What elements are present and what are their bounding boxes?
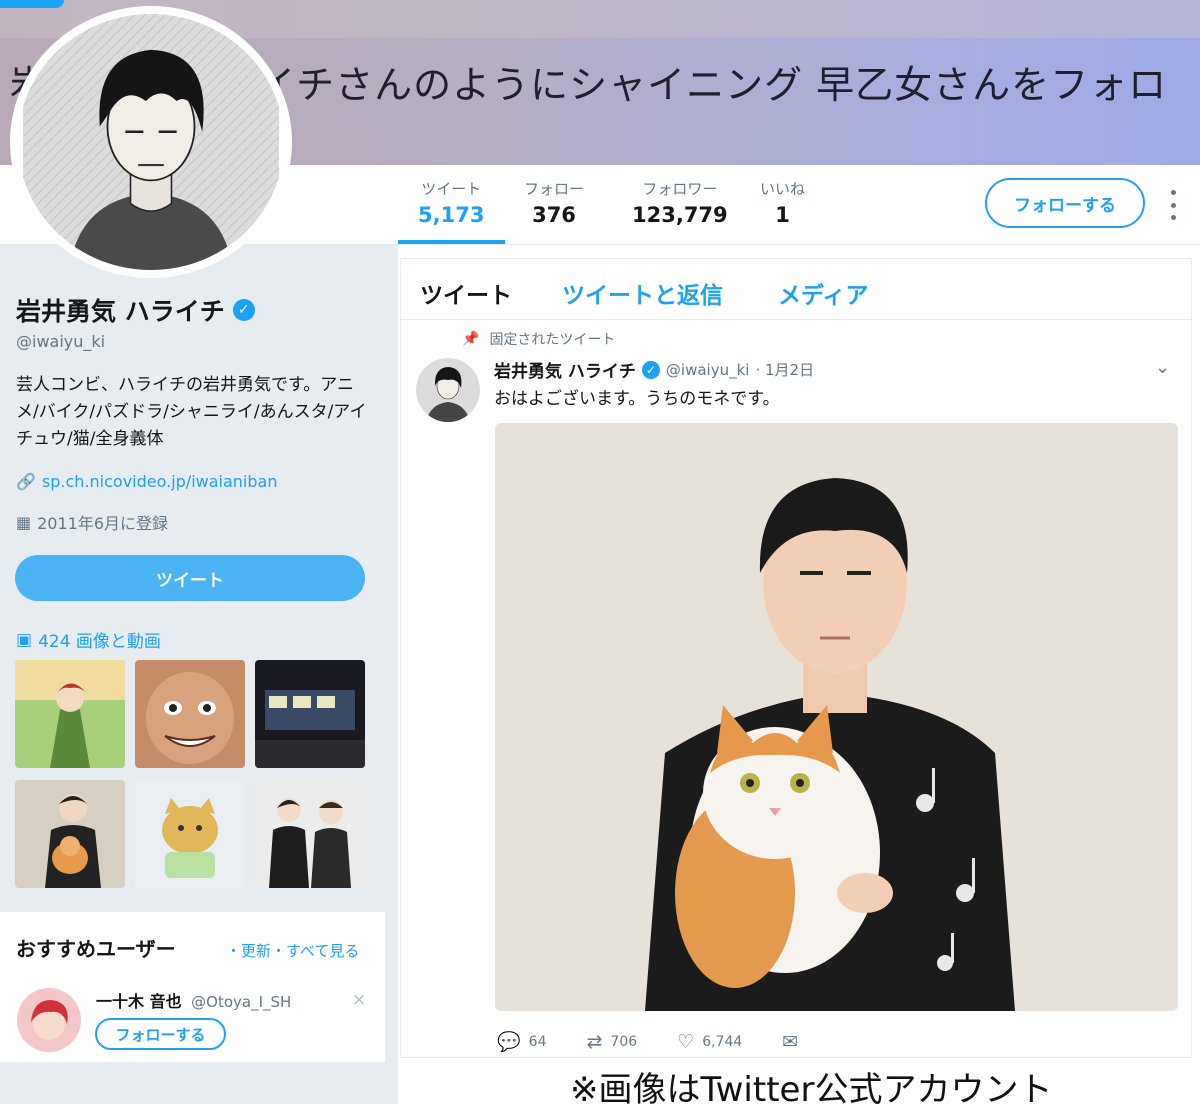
stat-value: 5,173 — [418, 203, 485, 227]
profile-bio: 芸人コンビ、ハライチの岩井勇気です。アニメ/バイク/パズドラ/シャニライ/あんス… — [16, 375, 367, 449]
active-stat-underline — [398, 240, 505, 244]
tweet-photo-image — [495, 423, 1178, 1011]
more-options-icon[interactable] — [1163, 190, 1183, 220]
reply-icon: 💬 — [497, 1031, 521, 1053]
profile-handle: @iwaiyu_ki — [16, 332, 106, 351]
profile-link-row[interactable]: 🔗 sp.ch.nicovideo.jp/iwaianiban — [16, 472, 277, 491]
retweet-action[interactable]: ⇄ 706 — [587, 1031, 638, 1053]
profile-avatar[interactable] — [10, 6, 292, 278]
tweet-text: おはよございます。うちのモネです。 — [494, 389, 780, 409]
like-action[interactable]: ♡ 6,744 — [677, 1031, 742, 1053]
timeline-tabs: ツイート ツイートと返信 メディア — [400, 262, 1192, 320]
stat-label: フォロワー — [642, 180, 718, 198]
image-icon: ▣ — [16, 629, 33, 650]
media-label-text: 424 画像と動画 — [38, 632, 161, 652]
media-thumbnail[interactable] — [135, 780, 245, 888]
tweet-header: 岩井勇気 ハライチ ✓ @iwaiyu_ki · 1月2日 — [494, 357, 814, 382]
tweet-photo[interactable] — [495, 423, 1178, 1011]
recommended-user-avatar[interactable] — [17, 988, 81, 1052]
profile-link[interactable]: sp.ch.nicovideo.jp/iwaianiban — [42, 472, 278, 491]
media-thumbnail[interactable] — [135, 660, 245, 768]
pinned-tweet-label: 📌 固定されたツイート — [462, 329, 615, 349]
verified-icon: ✓ — [641, 360, 660, 379]
top-accent-tab — [0, 0, 64, 8]
heart-icon: ♡ — [677, 1030, 695, 1053]
stat-label: フォロー — [524, 180, 585, 198]
link-icon: 🔗 — [16, 472, 36, 491]
pin-icon: 📌 — [462, 331, 480, 347]
tweet-date[interactable]: · 1月2日 — [755, 359, 814, 380]
media-link[interactable]: ▣ 424 画像と動画 — [16, 627, 161, 653]
mail-icon: ✉ — [782, 1030, 799, 1053]
tweet-actions: 💬 64 ⇄ 706 ♡ 6,744 ✉ — [497, 1030, 838, 1054]
stat-label: いいね — [760, 180, 806, 198]
recommended-user-name: 一十木 音也 — [96, 992, 182, 1011]
stat-value: 376 — [532, 203, 576, 227]
recommended-users-links[interactable]: ・更新・すべて見る — [226, 940, 359, 961]
tweet-button[interactable]: ツイート — [15, 555, 365, 601]
media-thumbnail[interactable] — [15, 660, 125, 768]
tab-tweets-and-replies[interactable]: ツイートと返信 — [562, 276, 723, 310]
verified-icon: ✓ — [232, 299, 255, 321]
retweet-icon: ⇄ — [586, 1030, 603, 1053]
stat-value: 123,779 — [632, 203, 728, 227]
stat-likes[interactable]: いいね 1 — [760, 178, 805, 227]
media-thumbnail[interactable] — [255, 780, 365, 888]
stat-following[interactable]: フォロー 376 — [524, 178, 584, 227]
chevron-down-icon[interactable]: ⌄ — [1155, 357, 1170, 378]
profile-name: 岩井勇気 ハライチ ✓ — [16, 292, 255, 328]
reply-count: 64 — [528, 1033, 547, 1050]
reply-action[interactable]: 💬 64 — [497, 1030, 547, 1053]
recommended-user-handle: @Otoya_I_SH — [191, 993, 292, 1011]
media-thumbnail[interactable] — [255, 660, 365, 768]
dm-action[interactable]: ✉ — [782, 1031, 798, 1053]
stat-tweets[interactable]: ツイート 5,173 — [418, 178, 484, 227]
close-icon[interactable]: × — [352, 990, 366, 1010]
recommended-follow-button[interactable]: フォローする — [95, 1018, 226, 1050]
tweet-author-handle[interactable]: @iwaiyu_ki — [666, 361, 750, 379]
joined-date: 2011年6月に登録 — [37, 514, 169, 533]
stat-label: ツイート — [421, 180, 482, 198]
calendar-icon: ▦ — [16, 512, 32, 532]
image-credit: ※画像はTwitter公式アカウント — [570, 1070, 1053, 1104]
tab-tweets[interactable]: ツイート — [420, 276, 512, 310]
recommended-user[interactable]: 一十木 音也 @Otoya_I_SH — [96, 988, 291, 1012]
like-count: 6,744 — [702, 1033, 743, 1050]
profile-name-text: 岩井勇気 ハライチ — [16, 297, 225, 326]
stat-value: 1 — [775, 203, 790, 227]
media-thumbnail[interactable] — [15, 780, 125, 888]
follow-button[interactable]: フォローする — [985, 178, 1145, 228]
tab-media[interactable]: メディア — [778, 276, 868, 310]
retweet-count: 706 — [610, 1033, 638, 1050]
pinned-text: 固定されたツイート — [489, 332, 616, 348]
tweet-author-avatar[interactable] — [416, 358, 480, 422]
profile-joined-row: ▦ 2011年6月に登録 — [16, 510, 168, 534]
avatar-illustration — [23, 14, 279, 270]
stat-followers[interactable]: フォロワー 123,779 — [632, 178, 728, 227]
tweet-author-name[interactable]: 岩井勇気 ハライチ — [494, 357, 636, 382]
recommended-users-title: おすすめユーザー — [16, 937, 176, 961]
